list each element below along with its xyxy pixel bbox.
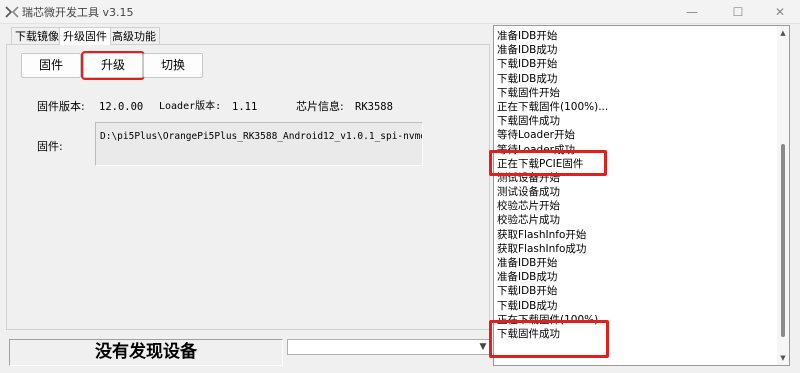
firmware-path-field[interactable]: D:\pi5Plus\OrangePi5Plus_RK3588_Android1…	[95, 122, 423, 166]
rockchip-tool-icon	[5, 6, 19, 18]
tab-upgrade-firmware[interactable]: 升级固件	[59, 27, 111, 45]
tab-download-image[interactable]: 下载镜像	[11, 27, 63, 45]
chip-info-label: 芯片信息:	[296, 100, 344, 113]
log-line: 获取FlashInfo成功	[497, 242, 587, 255]
device-combo-box[interactable]: ▼	[287, 339, 491, 355]
minimize-button[interactable]: —	[672, 0, 712, 24]
chevron-down-icon[interactable]: ▼	[476, 340, 490, 354]
close-button[interactable]: ✕	[760, 0, 800, 24]
log-line: 校验芯片开始	[497, 200, 560, 213]
log-line: 等待Loader开始	[497, 129, 575, 142]
log-lines: 准备IDB开始 准备IDB成功 下载IDB开始 下载IDB成功 下载固件开始 正在下载固件…	[497, 29, 775, 341]
tab-advanced-functions[interactable]: 高级功能	[108, 27, 160, 45]
log-line: 下载固件成功	[497, 327, 560, 340]
log-line: 准备IDB开始	[497, 257, 558, 269]
log-list[interactable]: 准备IDB开始 准备IDB成功 下载IDB开始 下载IDB成功 下载固件开始 正在下载固件…	[493, 25, 790, 366]
log-line: 正在下载固件(100%)...	[497, 100, 609, 113]
scroll-down-icon[interactable]: ▼	[777, 352, 789, 364]
log-line: 准备IDB开始	[497, 30, 558, 42]
log-line: 获取FlashInfo开始	[497, 228, 587, 241]
upgrade-button[interactable]: 升级	[81, 51, 145, 80]
log-line: 下载固件成功	[497, 115, 560, 128]
firmware-label: 固件:	[37, 140, 63, 153]
device-status-text: 没有发现设备	[9, 339, 283, 366]
switch-button[interactable]: 切换	[143, 53, 203, 78]
fw-version-value: 12.0.00	[95, 97, 148, 117]
fw-version-label: 固件版本:	[37, 100, 85, 113]
scroll-thumb[interactable]	[781, 144, 785, 337]
log-line: 下载IDB开始	[497, 58, 558, 71]
scroll-up-icon[interactable]: ▲	[777, 27, 789, 39]
chip-info-value: RK3588	[351, 97, 397, 117]
log-line: 正在下载固件(100%)...	[497, 313, 609, 326]
maximize-button[interactable]: ☐	[718, 0, 758, 24]
log-line: 准备IDB成功	[497, 44, 558, 57]
log-line: 下载IDB开始	[497, 285, 558, 298]
log-line: 准备IDB成功	[497, 271, 558, 284]
log-line: 测试设备开始	[497, 171, 560, 184]
log-line: 测试设备成功	[497, 186, 560, 199]
upgrade-firmware-panel	[6, 44, 490, 330]
window-title: 瑞芯微开发工具 v3.15	[22, 6, 134, 19]
firmware-button[interactable]: 固件	[21, 53, 81, 78]
log-scrollbar[interactable]: ▲ ▼	[777, 26, 789, 365]
log-line: 下载固件开始	[497, 86, 560, 99]
log-line: 正在下载PCIE固件	[497, 157, 584, 170]
title-bar: 瑞芯微开发工具 v3.15 — ☐ ✕	[0, 0, 800, 24]
log-line: 等待Loader成功	[497, 143, 575, 156]
log-line: 校验芯片成功	[497, 214, 560, 227]
log-line: 下载IDB成功	[497, 72, 558, 85]
loader-version-value: 1.11	[228, 97, 262, 117]
loader-version-label: Loader版本:	[159, 101, 222, 112]
log-line: 下载IDB成功	[497, 299, 558, 312]
